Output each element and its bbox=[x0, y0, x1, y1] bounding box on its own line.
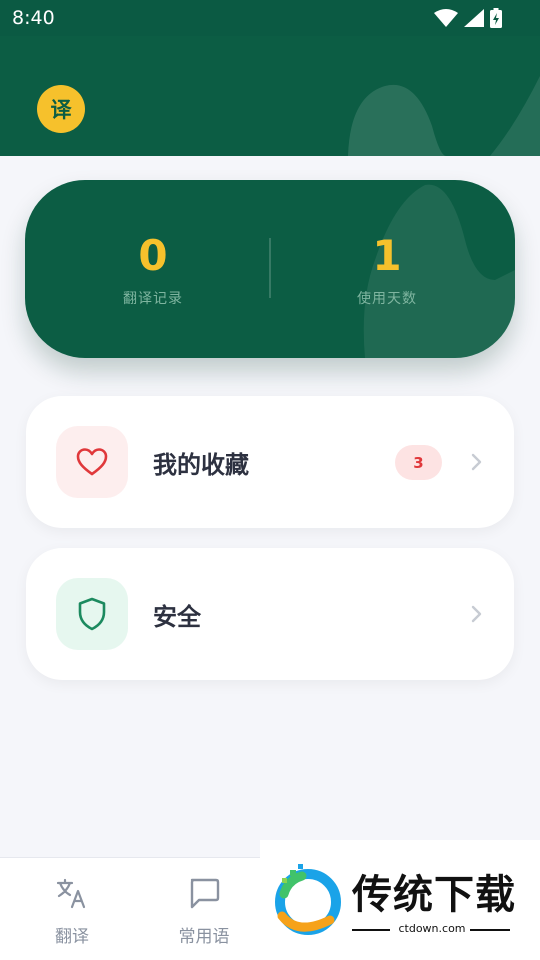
security-icon-tile bbox=[56, 578, 128, 650]
translate-icon bbox=[56, 878, 86, 909]
stat-label: 翻译记录 bbox=[123, 291, 183, 307]
shield-icon bbox=[78, 597, 106, 631]
stat-value: 1 bbox=[372, 231, 402, 280]
status-icons bbox=[434, 8, 502, 28]
menu-item-favorites[interactable]: 我的收藏 3 bbox=[26, 396, 514, 528]
status-time: 8:40 bbox=[12, 7, 55, 29]
security-label: 安全 bbox=[153, 603, 201, 631]
nav-label: 常用语 bbox=[178, 927, 230, 947]
watermark: 传统下载 ctdown.com bbox=[260, 840, 540, 960]
battery-icon bbox=[490, 8, 502, 28]
favorites-label: 我的收藏 bbox=[153, 451, 249, 479]
header-decoration bbox=[348, 76, 540, 156]
stat-translation-records: 0 翻译记录 bbox=[53, 230, 253, 308]
heart-icon bbox=[76, 448, 108, 476]
favorites-count-badge: 3 bbox=[395, 445, 442, 480]
favorites-icon-tile bbox=[56, 426, 128, 498]
stat-days-used: 1 使用天数 bbox=[287, 230, 487, 308]
chevron-right-icon bbox=[471, 453, 482, 471]
nav-item-translate[interactable]: 翻译 bbox=[27, 876, 117, 947]
stat-divider bbox=[269, 238, 271, 298]
stat-label: 使用天数 bbox=[357, 291, 417, 307]
header: 译 bbox=[0, 36, 540, 156]
status-bar: 8:40 bbox=[0, 0, 540, 36]
watermark-text: 传统下载 bbox=[352, 872, 516, 918]
wifi-icon bbox=[434, 9, 458, 27]
stat-value: 0 bbox=[138, 231, 168, 280]
app-logo-badge: 译 bbox=[37, 85, 85, 133]
chevron-right-icon bbox=[471, 605, 482, 623]
chat-bubble-icon bbox=[190, 878, 220, 909]
cellular-signal-icon bbox=[464, 9, 484, 27]
watermark-logo-icon bbox=[275, 864, 341, 935]
nav-item-common-phrases[interactable]: 常用语 bbox=[159, 876, 249, 947]
menu-item-security[interactable]: 安全 bbox=[26, 548, 514, 680]
watermark-rule-right bbox=[470, 929, 510, 931]
nav-label: 翻译 bbox=[55, 927, 89, 947]
stats-card: 0 翻译记录 1 使用天数 bbox=[25, 180, 515, 358]
